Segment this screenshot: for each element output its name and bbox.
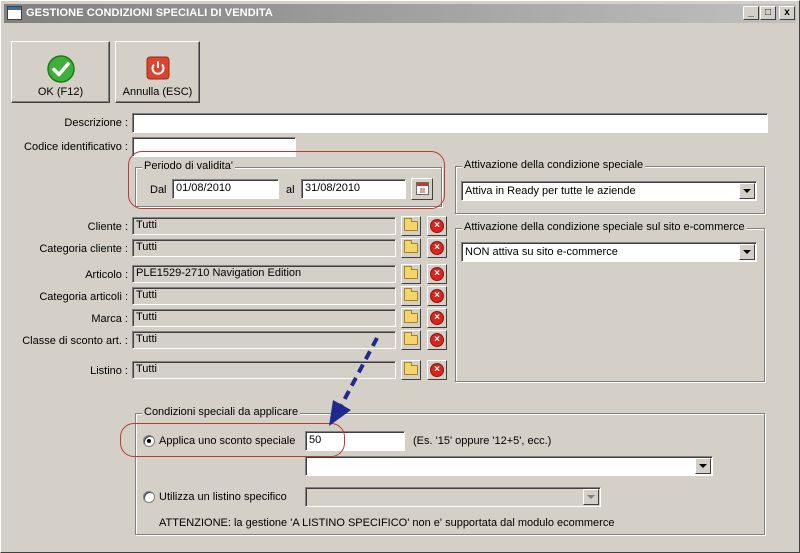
categoria-articoli-label: Categoria articoli : (39, 291, 128, 303)
categoria-articoli-browse-button[interactable] (401, 286, 421, 306)
dialog-body: OK (F12) Annulla (ESC) Descrizione : Cod… (5, 25, 796, 550)
main-window: GESTIONE CONDIZIONI SPECIALI DI VENDITA … (0, 0, 800, 553)
categoria-articoli-field: Tutti (132, 287, 396, 305)
attivazione-sito-title: Attivazione della condizione speciale su… (462, 221, 747, 233)
folder-icon (404, 240, 418, 253)
folder-icon (404, 288, 418, 301)
listino-specifico-select[interactable] (305, 487, 601, 507)
listino-radio[interactable] (143, 491, 155, 503)
categoria-cliente-field: Tutti (132, 239, 396, 257)
power-icon (146, 56, 170, 83)
chevron-down-icon[interactable] (739, 183, 755, 199)
cliente-clear-button[interactable]: × (427, 216, 447, 236)
delete-icon: × (430, 289, 444, 303)
cancel-button[interactable]: Annulla (ESC) (115, 41, 200, 103)
window-title: GESTIONE CONDIZIONI SPECIALI DI VENDITA (26, 7, 273, 19)
categoria-cliente-label: Categoria cliente : (39, 243, 128, 255)
maximize-button[interactable]: □ (760, 6, 776, 20)
folder-icon (404, 310, 418, 323)
annotation-arrow-icon (329, 337, 379, 426)
close-button[interactable]: x (779, 6, 795, 20)
listino-clear-button[interactable]: × (427, 360, 447, 380)
articolo-clear-button[interactable]: × (427, 264, 447, 284)
attivazione-selected: Attiva in Ready per tutte le aziende (465, 185, 636, 197)
marca-clear-button[interactable]: × (427, 308, 447, 328)
chevron-down-icon[interactable] (583, 489, 599, 505)
check-icon (46, 54, 76, 87)
descrizione-label: Descrizione : (64, 117, 128, 129)
cancel-button-label: Annulla (ESC) (122, 86, 193, 98)
categoria-articoli-clear-button[interactable]: × (427, 286, 447, 306)
folder-icon (404, 362, 418, 375)
articolo-field: PLE1529-2710 Navigation Edition (132, 265, 396, 283)
articolo-label: Articolo : (85, 269, 128, 281)
delete-icon: × (430, 311, 444, 325)
marca-browse-button[interactable] (401, 308, 421, 328)
categoria-cliente-clear-button[interactable]: × (427, 238, 447, 258)
delete-icon: × (430, 333, 444, 347)
sconto-highlight (120, 423, 345, 457)
cliente-field: Tutti (132, 217, 396, 235)
delete-icon: × (430, 219, 444, 233)
folder-icon (404, 218, 418, 231)
classe-sconto-browse-button[interactable] (401, 330, 421, 350)
marca-field: Tutti (132, 309, 396, 327)
delete-icon: × (430, 241, 444, 255)
delete-icon: × (430, 267, 444, 281)
classe-sconto-clear-button[interactable]: × (427, 330, 447, 350)
attivazione-sito-select[interactable]: NON attiva su sito e-commerce (461, 242, 757, 262)
sconto-hint: (Es. '15' oppure '12+5', ecc.) (413, 435, 552, 447)
attivazione-select[interactable]: Attiva in Ready per tutte le aziende (461, 181, 757, 201)
listino-label: Listino : (90, 365, 128, 377)
chevron-down-icon[interactable] (695, 458, 711, 474)
ecommerce-warning: ATTENZIONE: la gestione 'A LISTINO SPECI… (159, 517, 615, 529)
categoria-cliente-browse-button[interactable] (401, 238, 421, 258)
marca-label: Marca : (91, 313, 128, 325)
folder-icon (404, 332, 418, 345)
cliente-browse-button[interactable] (401, 216, 421, 236)
periodo-highlight (128, 151, 445, 209)
ok-button-label: OK (F12) (37, 86, 84, 98)
minimize-button[interactable]: _ (743, 6, 759, 20)
listino-browse-button[interactable] (401, 360, 421, 380)
classe-sconto-label: Classe di sconto art. : (22, 335, 128, 347)
articolo-browse-button[interactable] (401, 264, 421, 284)
attivazione-sito-selected: NON attiva su sito e-commerce (465, 246, 618, 258)
chevron-down-icon[interactable] (739, 244, 755, 260)
codice-label: Codice identificativo : (24, 141, 128, 153)
descrizione-field[interactable] (132, 113, 768, 133)
cliente-label: Cliente : (87, 221, 128, 233)
folder-icon (404, 266, 418, 279)
app-icon (7, 6, 22, 20)
ok-button[interactable]: OK (F12) (11, 41, 110, 103)
sconto-select[interactable] (305, 456, 713, 476)
attivazione-title: Attivazione della condizione speciale (462, 159, 646, 171)
listino-specifico-label: Utilizza un listino specifico (159, 491, 287, 503)
delete-icon: × (430, 363, 444, 377)
condizioni-title: Condizioni speciali da applicare (142, 406, 301, 418)
title-bar: GESTIONE CONDIZIONI SPECIALI DI VENDITA … (4, 4, 796, 23)
